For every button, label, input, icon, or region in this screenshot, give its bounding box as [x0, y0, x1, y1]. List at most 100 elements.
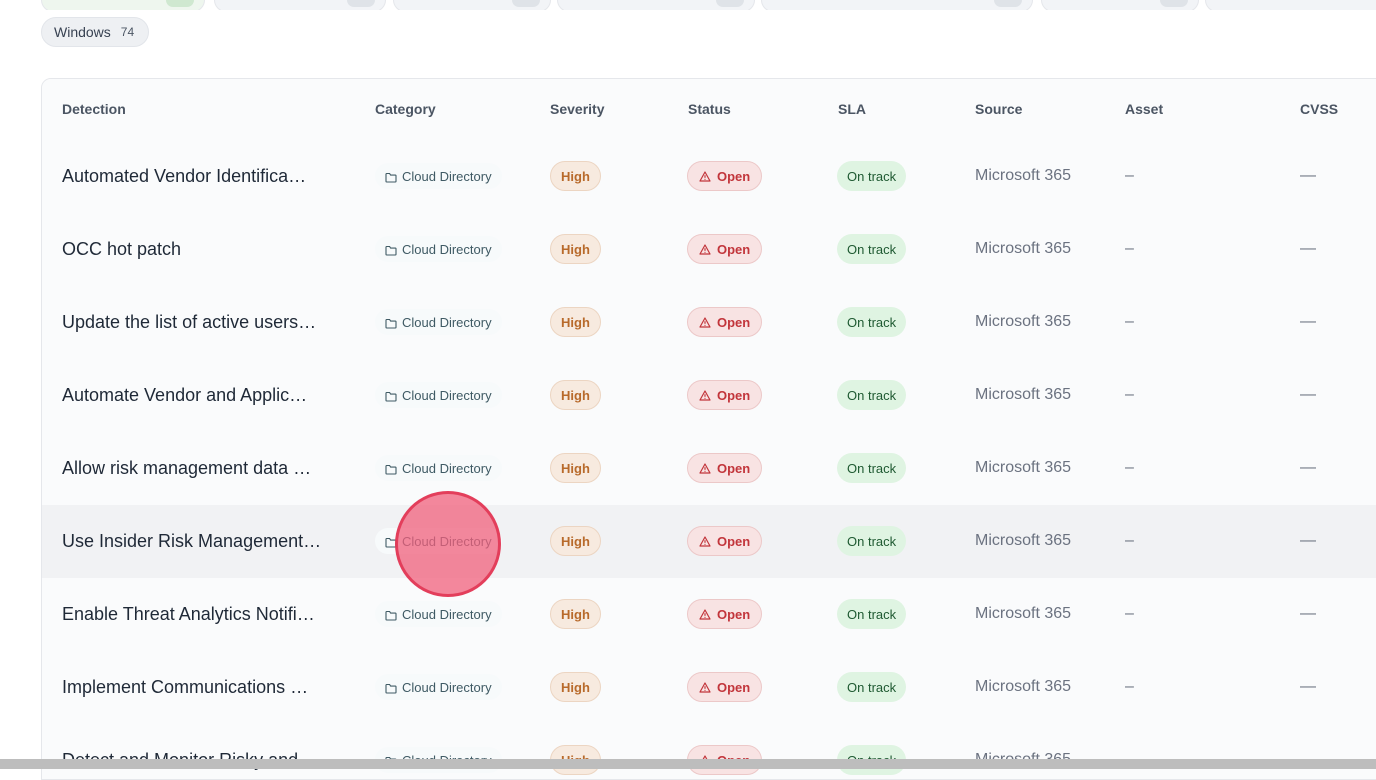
cvss-value: — [1300, 386, 1316, 403]
severity-badge: High [550, 453, 601, 483]
detection-title[interactable]: Implement Communications … [62, 677, 337, 698]
filter-chip[interactable] [1205, 0, 1376, 10]
filter-chip[interactable] [393, 0, 551, 10]
source-label: Microsoft 365 [975, 459, 1072, 476]
category-tag[interactable]: Cloud Directory [375, 382, 502, 408]
sla-badge: On track [837, 672, 907, 702]
filter-chip-count: 74 [120, 25, 135, 39]
category-label: Cloud Directory [402, 679, 492, 695]
severity-badge: High [550, 161, 601, 191]
warning-triangle-icon [699, 535, 711, 547]
sla-badge: On track [837, 234, 907, 264]
table-row[interactable]: Implement Communications … Cloud Director… [42, 651, 1376, 725]
source-label: Microsoft 365 [975, 167, 1072, 184]
severity-badge: High [550, 307, 601, 337]
status-label: Open [717, 606, 751, 622]
category-label: Cloud Directory [402, 314, 492, 330]
category-label: Cloud Directory [402, 387, 492, 403]
table-row[interactable]: Use Insider Risk Management… Cloud Direct… [42, 505, 1376, 579]
folder-icon [385, 609, 397, 621]
asset-value: – [1125, 240, 1134, 257]
table-row[interactable]: Automate Vendor and Applic… Cloud Directo… [42, 359, 1376, 433]
table-row[interactable]: Automated Vendor Identifica… Cloud Direct… [42, 140, 1376, 214]
cvss-value: — [1300, 167, 1316, 184]
severity-badge: High [550, 672, 601, 702]
table-row[interactable]: Allow risk management data … Cloud Direct… [42, 432, 1376, 506]
column-header-detection[interactable]: Detection [62, 101, 126, 117]
detection-title[interactable]: Update the list of active users… [62, 312, 337, 333]
asset-value: – [1125, 459, 1134, 476]
column-header-asset[interactable]: Asset [1125, 101, 1163, 117]
severity-badge: High [550, 599, 601, 629]
warning-triangle-icon [699, 608, 711, 620]
category-tag[interactable]: Cloud Directory [375, 528, 502, 554]
table-header: Detection Category Severity Status SLA S… [42, 79, 1376, 141]
column-header-status[interactable]: Status [688, 101, 731, 117]
status-label: Open [717, 168, 751, 184]
table-row[interactable]: Enable Threat Analytics Notifi… Cloud Dir… [42, 578, 1376, 652]
filter-chip-label: Windows [54, 24, 111, 40]
column-header-category[interactable]: Category [375, 101, 436, 117]
category-tag[interactable]: Cloud Directory [375, 236, 502, 262]
table-row[interactable]: OCC hot patch Cloud Directory High Open On t… [42, 213, 1376, 287]
filter-chip-row [41, 0, 1376, 10]
asset-value: – [1125, 678, 1134, 695]
severity-badge: High [550, 234, 601, 264]
filter-chip[interactable] [41, 0, 205, 10]
filter-chip[interactable] [214, 0, 386, 10]
horizontal-scrollbar[interactable] [0, 759, 1376, 769]
severity-badge: High [550, 526, 601, 556]
table-row[interactable]: Detect and Monitor Risky and…Cloud Direc… [42, 724, 1376, 779]
status-badge: Open [687, 161, 763, 191]
asset-value: – [1125, 167, 1134, 184]
status-label: Open [717, 387, 751, 403]
folder-icon [385, 682, 397, 694]
status-badge: Open [687, 453, 763, 483]
cvss-value: — [1300, 459, 1316, 476]
cvss-value: — [1300, 678, 1316, 695]
category-tag[interactable]: Cloud Directory [375, 455, 502, 481]
sla-badge: On track [837, 161, 907, 191]
category-label: Cloud Directory [402, 241, 492, 257]
status-badge: Open [687, 380, 763, 410]
sla-badge: On track [837, 380, 907, 410]
sla-badge: On track [837, 453, 907, 483]
category-tag[interactable]: Cloud Directory [375, 601, 502, 627]
filter-chip[interactable] [1041, 0, 1199, 10]
filter-chip-windows[interactable]: Windows 74 [41, 17, 150, 47]
category-label: Cloud Directory [402, 606, 492, 622]
asset-value: – [1125, 386, 1134, 403]
detections-table: Detection Category Severity Status SLA S… [41, 78, 1376, 780]
source-label: Microsoft 365 [975, 678, 1072, 695]
category-tag[interactable]: Cloud Directory [375, 163, 502, 189]
detection-title[interactable]: Enable Threat Analytics Notifi… [62, 604, 337, 625]
folder-icon [385, 317, 397, 329]
detection-title[interactable]: Automate Vendor and Applic… [62, 385, 337, 406]
detection-title[interactable]: OCC hot patch [62, 239, 337, 260]
asset-value: – [1125, 532, 1134, 549]
asset-value: – [1125, 313, 1134, 330]
sla-badge: On track [837, 599, 907, 629]
detection-title[interactable]: Automated Vendor Identifica… [62, 166, 337, 187]
column-header-severity[interactable]: Severity [550, 101, 604, 117]
table-row[interactable]: Update the list of active users… Cloud Di… [42, 286, 1376, 360]
source-label: Microsoft 365 [975, 386, 1072, 403]
column-header-cvss[interactable]: CVSS [1300, 101, 1338, 117]
column-header-sla[interactable]: SLA [838, 101, 866, 117]
status-label: Open [717, 679, 751, 695]
column-header-source[interactable]: Source [975, 101, 1022, 117]
cvss-value: — [1300, 605, 1316, 622]
detection-title[interactable]: Allow risk management data … [62, 458, 337, 479]
filter-chip[interactable] [557, 0, 755, 10]
folder-icon [385, 171, 397, 183]
filter-chip[interactable] [761, 0, 1033, 10]
status-badge: Open [687, 526, 763, 556]
status-badge: Open [687, 672, 763, 702]
asset-value: – [1125, 605, 1134, 622]
detection-title[interactable]: Use Insider Risk Management… [62, 531, 337, 552]
status-label: Open [717, 241, 751, 257]
category-tag[interactable]: Cloud Directory [375, 674, 502, 700]
category-tag[interactable]: Cloud Directory [375, 309, 502, 335]
cvss-value: — [1300, 313, 1316, 330]
cvss-value: — [1300, 240, 1316, 257]
